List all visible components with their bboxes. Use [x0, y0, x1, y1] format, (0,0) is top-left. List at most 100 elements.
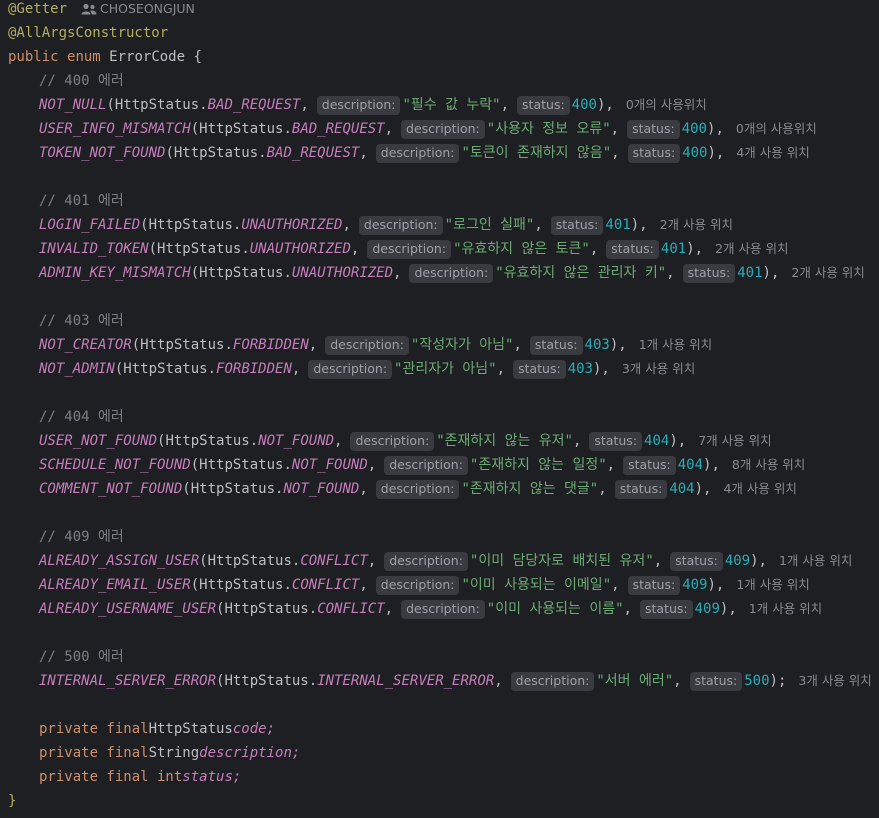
enum-constant-line[interactable]: ALREADY_EMAIL_USER(HttpStatus. CONFLICT, d…: [8, 573, 810, 597]
code-line: // 409 에러: [8, 525, 124, 549]
status-number: 403: [567, 361, 593, 377]
http-status-constant[interactable]: INTERNAL_SERVER_ERROR: [317, 669, 494, 693]
enum-constant-line[interactable]: USER_NOT_FOUND(HttpStatus. NOT_FOUND, desc…: [8, 429, 772, 453]
usages-link[interactable]: 1개 사용 위치: [749, 597, 822, 621]
usages-link[interactable]: 2개 사용 위치: [715, 237, 788, 261]
description-param-hint: description:: [384, 551, 468, 571]
usages-link[interactable]: 1개 사용 위치: [639, 333, 712, 357]
enum-constant-name[interactable]: NOT_NULL: [39, 93, 106, 117]
usages-link[interactable]: 1개 사용 위치: [779, 549, 852, 573]
description-string: "존재하지 않는 유저": [436, 433, 573, 449]
http-status-constant[interactable]: UNAUTHORIZED: [250, 237, 351, 261]
usages-link[interactable]: 2개 사용 위치: [660, 213, 733, 237]
enum-constant-line[interactable]: TOKEN_NOT_FOUND(HttpStatus. BAD_REQUEST, d…: [8, 141, 810, 165]
enum-constant-name[interactable]: INTERNAL_SERVER_ERROR: [39, 669, 216, 693]
enum-constant-name[interactable]: USER_INFO_MISMATCH: [39, 117, 191, 141]
usages-link[interactable]: 1개 사용 위치: [736, 573, 809, 597]
enum-constant-name[interactable]: ADMIN_KEY_MISMATCH: [39, 261, 191, 285]
enum-constant-name[interactable]: NOT_ADMIN: [39, 357, 115, 381]
usages-link[interactable]: 3개 사용 위치: [622, 357, 695, 381]
status-param-hint: status:: [517, 95, 570, 115]
line-terminator: ,: [715, 121, 724, 137]
usages-link[interactable]: 3개 사용 위치: [798, 669, 871, 693]
enum-constant-name[interactable]: ALREADY_ASSIGN_USER: [39, 549, 199, 573]
http-status-constant[interactable]: CONFLICT: [300, 549, 367, 573]
enum-constant-line[interactable]: LOGIN_FAILED(HttpStatus. UNAUTHORIZED, des…: [8, 213, 733, 237]
description-param-hint: description:: [401, 119, 485, 139]
enum-constant-line[interactable]: SCHEDULE_NOT_FOUND(HttpStatus. NOT_FOUND,…: [8, 453, 805, 477]
enum-constant-line[interactable]: NOT_CREATOR(HttpStatus. FORBIDDEN, descrip…: [8, 333, 712, 357]
code-line: // 403 에러: [8, 309, 124, 333]
enum-constant-name[interactable]: TOKEN_NOT_FOUND: [39, 141, 165, 165]
http-status-class: HttpStatus: [165, 433, 250, 449]
http-status-class: HttpStatus: [190, 481, 276, 497]
status-param-hint: status:: [550, 215, 604, 235]
line-terminator: ,: [601, 361, 610, 377]
usages-link[interactable]: 0개의 사용위치: [626, 93, 707, 117]
description-param-hint: description:: [375, 143, 460, 163]
enum-constant-line[interactable]: NOT_ADMIN(HttpStatus. FORBIDDEN, descripti…: [8, 357, 695, 381]
http-status-constant[interactable]: CONFLICT: [317, 597, 384, 621]
http-status-constant[interactable]: UNAUTHORIZED: [241, 213, 342, 237]
status-param-hint: status:: [513, 359, 566, 379]
field-modifiers: private final: [39, 745, 149, 761]
usages-link[interactable]: 4개 사용 위치: [736, 141, 809, 165]
enum-constant-line[interactable]: USER_INFO_MISMATCH(HttpStatus. BAD_REQUES…: [8, 117, 817, 141]
http-status-constant[interactable]: CONFLICT: [292, 573, 359, 597]
description-string: "존재하지 않는 일정": [469, 457, 607, 473]
enum-constant-line[interactable]: NOT_NULL(HttpStatus. BAD_REQUEST, descript…: [8, 93, 707, 117]
enum-constant-name[interactable]: COMMENT_NOT_FOUND: [39, 477, 182, 501]
usages-link[interactable]: 2개 사용 위치: [791, 261, 864, 285]
enum-constant-name[interactable]: LOGIN_FAILED: [39, 213, 140, 237]
status-number: 409: [724, 553, 751, 569]
http-status-constant[interactable]: BAD_REQUEST: [267, 141, 360, 165]
enum-constant-name[interactable]: SCHEDULE_NOT_FOUND: [39, 453, 191, 477]
http-status-class: HttpStatus: [224, 673, 309, 689]
enum-constant-line[interactable]: INVALID_TOKEN(HttpStatus. UNAUTHORIZED, de…: [8, 237, 788, 261]
enum-constant-name[interactable]: NOT_CREATOR: [39, 333, 132, 357]
http-status-constant[interactable]: BAD_REQUEST: [208, 93, 301, 117]
enum-constant-name[interactable]: USER_NOT_FOUND: [39, 429, 157, 453]
enum-constant-line[interactable]: ALREADY_USERNAME_USER(HttpStatus. CONFLIC…: [8, 597, 822, 621]
usages-link[interactable]: 8개 사용 위치: [732, 453, 805, 477]
http-status-class: HttpStatus: [207, 553, 292, 569]
description-param-hint: description:: [375, 479, 460, 499]
field-modifiers: private final int: [39, 769, 183, 785]
field-name[interactable]: status;: [182, 765, 241, 789]
enum-constant-line[interactable]: COMMENT_NOT_FOUND(HttpStatus. NOT_FOUND, d…: [8, 477, 797, 501]
http-status-constant[interactable]: NOT_FOUND: [283, 477, 359, 501]
status-param-hint: status:: [682, 263, 736, 283]
description-string: "서버 에러": [596, 673, 674, 689]
enum-constant-name[interactable]: INVALID_TOKEN: [39, 237, 149, 261]
http-status-constant[interactable]: NOT_FOUND: [258, 429, 334, 453]
status-number: 409: [682, 577, 708, 593]
http-status-class: HttpStatus: [140, 337, 225, 353]
enum-constant-line[interactable]: ALREADY_ASSIGN_USER(HttpStatus. CONFLICT,…: [8, 549, 852, 573]
line-terminator: ,: [711, 457, 720, 473]
http-status-constant[interactable]: FORBIDDEN: [216, 357, 292, 381]
usages-link[interactable]: 7개 사용 위치: [698, 429, 771, 453]
enum-name: ErrorCode: [109, 49, 186, 65]
field-type: HttpStatus: [148, 721, 233, 737]
enum-constant-name[interactable]: ALREADY_USERNAME_USER: [39, 597, 216, 621]
enum-constant-line[interactable]: INTERNAL_SERVER_ERROR(HttpStatus. INTERNA…: [8, 669, 872, 693]
usages-link[interactable]: 4개 사용 위치: [723, 477, 796, 501]
http-status-constant[interactable]: UNAUTHORIZED: [292, 261, 393, 285]
enum-constant-line[interactable]: ADMIN_KEY_MISMATCH(HttpStatus. UNAUTHORIZ…: [8, 261, 865, 285]
http-status-class: HttpStatus: [173, 145, 259, 161]
status-number: 401: [605, 217, 631, 233]
field-name[interactable]: code;: [233, 717, 275, 741]
usages-link[interactable]: 0개의 사용위치: [736, 117, 817, 141]
field-name[interactable]: description;: [199, 741, 300, 765]
enum-constant-name[interactable]: ALREADY_EMAIL_USER: [39, 573, 191, 597]
line-terminator: ,: [715, 577, 725, 593]
description-string: "이미 사용되는 이름": [486, 601, 624, 617]
keyword-public: public: [8, 49, 59, 65]
status-number: 404: [669, 481, 695, 497]
http-status-constant[interactable]: BAD_REQUEST: [292, 117, 385, 141]
author-name[interactable]: CHOSEONGJUN: [100, 0, 195, 21]
status-param-hint: status:: [589, 431, 643, 451]
http-status-constant[interactable]: FORBIDDEN: [233, 333, 309, 357]
code-editor[interactable]: @Getter CHOSEONGJUN @AllArgsConstructor …: [0, 0, 879, 818]
http-status-constant[interactable]: NOT_FOUND: [292, 453, 368, 477]
